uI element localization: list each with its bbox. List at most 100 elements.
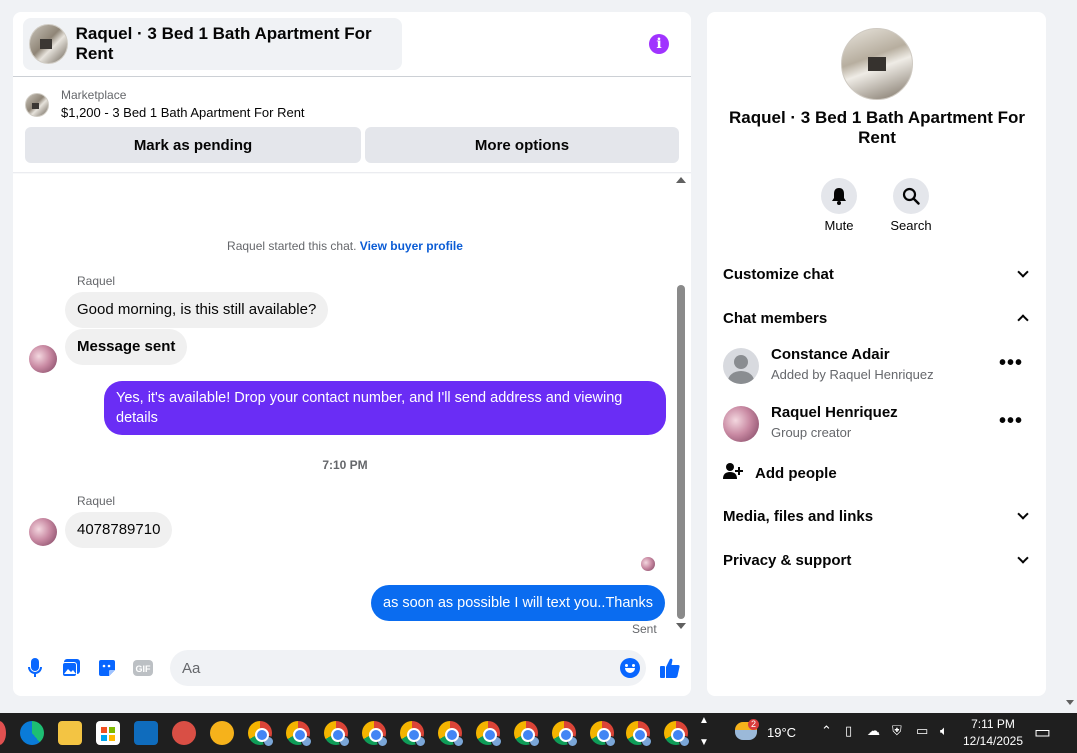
thumbs-up-icon[interactable]: [657, 655, 683, 681]
notification-icon[interactable]: ▭: [1034, 722, 1051, 743]
chevron-down-icon: [1017, 508, 1029, 520]
chrome-icon[interactable]: [400, 721, 426, 747]
customize-chat-section[interactable]: Customize chat: [723, 263, 1033, 285]
chrome-icon[interactable]: [324, 721, 350, 747]
more-icon[interactable]: •••: [999, 353, 1023, 373]
clock-time: 7:11 PM: [971, 717, 1015, 731]
privacy-support-section[interactable]: Privacy & support: [723, 549, 1033, 571]
chat-title: Raquel · 3 Bed 1 Bath Apartment For Rent: [75, 24, 372, 63]
divider: [13, 76, 691, 77]
member-row[interactable]: Constance Adair Added by Raquel Henrique…: [723, 346, 1033, 386]
sender-name: Raquel: [77, 494, 116, 508]
chrome-icon[interactable]: [626, 721, 652, 747]
chat-members-section[interactable]: Chat members: [723, 307, 1033, 329]
chevron-up-icon: [1017, 314, 1029, 326]
media-files-links-section[interactable]: Media, files and links: [723, 505, 1033, 527]
member-avatar: [723, 406, 759, 442]
scroll-down-arrow[interactable]: [676, 623, 686, 629]
chat-header[interactable]: Raquel · 3 Bed 1 Bath Apartment For Rent: [23, 18, 402, 70]
taskbar-scroll-down-icon[interactable]: ▼: [699, 737, 709, 748]
svg-text:GIF: GIF: [136, 664, 152, 674]
weather-app-icon[interactable]: [210, 721, 234, 745]
timestamp-separator: 7:10 PM: [322, 458, 368, 472]
scrollbar-thumb[interactable]: [677, 285, 685, 619]
outgoing-message[interactable]: as soon as possible I will text you..Tha…: [371, 585, 665, 621]
chat-details-panel: Raquel · 3 Bed 1 Bath Apartment For Rent…: [707, 12, 1046, 696]
outlook-icon[interactable]: [134, 721, 158, 745]
search-button[interactable]: [893, 178, 929, 214]
paint-icon[interactable]: [172, 721, 196, 745]
marketplace-listing[interactable]: Marketplace $1,200 - 3 Bed 1 Bath Apartm…: [25, 88, 305, 122]
chrome-icon[interactable]: [552, 721, 578, 747]
member-role: Added by Raquel Henriquez: [771, 367, 934, 382]
incoming-message[interactable]: 4078789710: [65, 512, 173, 548]
add-people-button[interactable]: Add people: [723, 462, 837, 484]
taskbar-clock[interactable]: 7:11 PM 12/14/2025: [958, 716, 1028, 750]
chevron-down-icon: [1017, 266, 1029, 278]
message-input[interactable]: [170, 650, 590, 686]
search-label: Search: [890, 218, 932, 233]
marketplace-label: Marketplace: [61, 88, 127, 102]
chat-panel: Raquel · 3 Bed 1 Bath Apartment For Rent…: [13, 12, 691, 696]
search-icon: [902, 187, 920, 205]
page-scroll-down-arrow[interactable]: [1066, 700, 1074, 705]
app-icon[interactable]: [0, 721, 6, 745]
chrome-icon[interactable]: [362, 721, 388, 747]
sender-avatar[interactable]: [29, 345, 57, 373]
more-icon[interactable]: •••: [999, 411, 1023, 431]
add-people-label: Add people: [755, 464, 837, 482]
chrome-icon[interactable]: [664, 721, 690, 747]
outgoing-message[interactable]: Yes, it's available! Drop your contact n…: [104, 381, 666, 435]
chrome-icon[interactable]: [514, 721, 540, 747]
message-input-box[interactable]: [170, 650, 646, 686]
chrome-icon[interactable]: [438, 721, 464, 747]
info-icon[interactable]: i: [649, 34, 669, 54]
scroll-up-arrow[interactable]: [676, 177, 686, 183]
chrome-icon[interactable]: [286, 721, 312, 747]
sender-avatar[interactable]: [29, 518, 57, 546]
chrome-icon[interactable]: [590, 721, 616, 747]
mark-as-pending-button[interactable]: Mark as pending: [25, 127, 361, 163]
chat-avatar: [841, 28, 913, 100]
listing-title: $1,200 - 3 Bed 1 Bath Apartment For Rent: [61, 105, 305, 120]
incoming-message[interactable]: Good morning, is this still available?: [65, 292, 329, 328]
sent-status: Sent: [632, 622, 657, 636]
customize-chat-label: Customize chat: [723, 265, 834, 283]
default-avatar-icon: [723, 348, 759, 384]
listing-thumbnail: [25, 93, 49, 117]
photo-icon[interactable]: [60, 657, 82, 679]
cloud-icon[interactable]: ☁: [867, 723, 880, 739]
chevron-down-icon: [1017, 552, 1029, 564]
store-icon[interactable]: [96, 721, 120, 745]
member-name: Constance Adair: [771, 346, 890, 363]
sticker-icon[interactable]: [96, 657, 118, 679]
composer: GIF: [13, 646, 691, 690]
security-shield-icon[interactable]: ⛨: [892, 723, 902, 739]
member-name: Raquel Henriquez: [771, 404, 898, 421]
show-hidden-icons-chevron-icon[interactable]: ⌃: [821, 723, 832, 739]
clock-date: 12/14/2025: [962, 734, 1024, 748]
volume-icon[interactable]: 🔈︎: [940, 723, 948, 739]
member-row[interactable]: Raquel Henriquez Group creator •••: [723, 404, 1033, 444]
add-person-icon: [723, 462, 745, 484]
gif-icon[interactable]: GIF: [132, 657, 154, 679]
edge-icon[interactable]: [20, 721, 44, 745]
temperature[interactable]: 19°C: [767, 725, 796, 740]
system-text: Raquel started this chat.: [227, 239, 357, 253]
emoji-icon[interactable]: [620, 658, 640, 678]
file-explorer-icon[interactable]: [58, 721, 82, 745]
device-icon[interactable]: ▯: [845, 723, 852, 739]
more-options-button[interactable]: More options: [365, 127, 679, 163]
chrome-icon[interactable]: [248, 721, 274, 747]
network-icon[interactable]: ▭: [916, 723, 928, 739]
incoming-message[interactable]: Message sent: [65, 329, 188, 365]
chrome-icon[interactable]: [476, 721, 502, 747]
scrollbar[interactable]: [676, 177, 686, 637]
system-message: Raquel started this chat. View buyer pro…: [13, 239, 677, 253]
mute-button[interactable]: [821, 178, 857, 214]
view-buyer-profile-link[interactable]: View buyer profile: [360, 239, 463, 253]
microphone-icon[interactable]: [24, 657, 46, 679]
taskbar-scroll-up-icon[interactable]: ▲: [699, 715, 709, 726]
chat-members-label: Chat members: [723, 309, 828, 327]
privacy-support-label: Privacy & support: [723, 551, 852, 569]
